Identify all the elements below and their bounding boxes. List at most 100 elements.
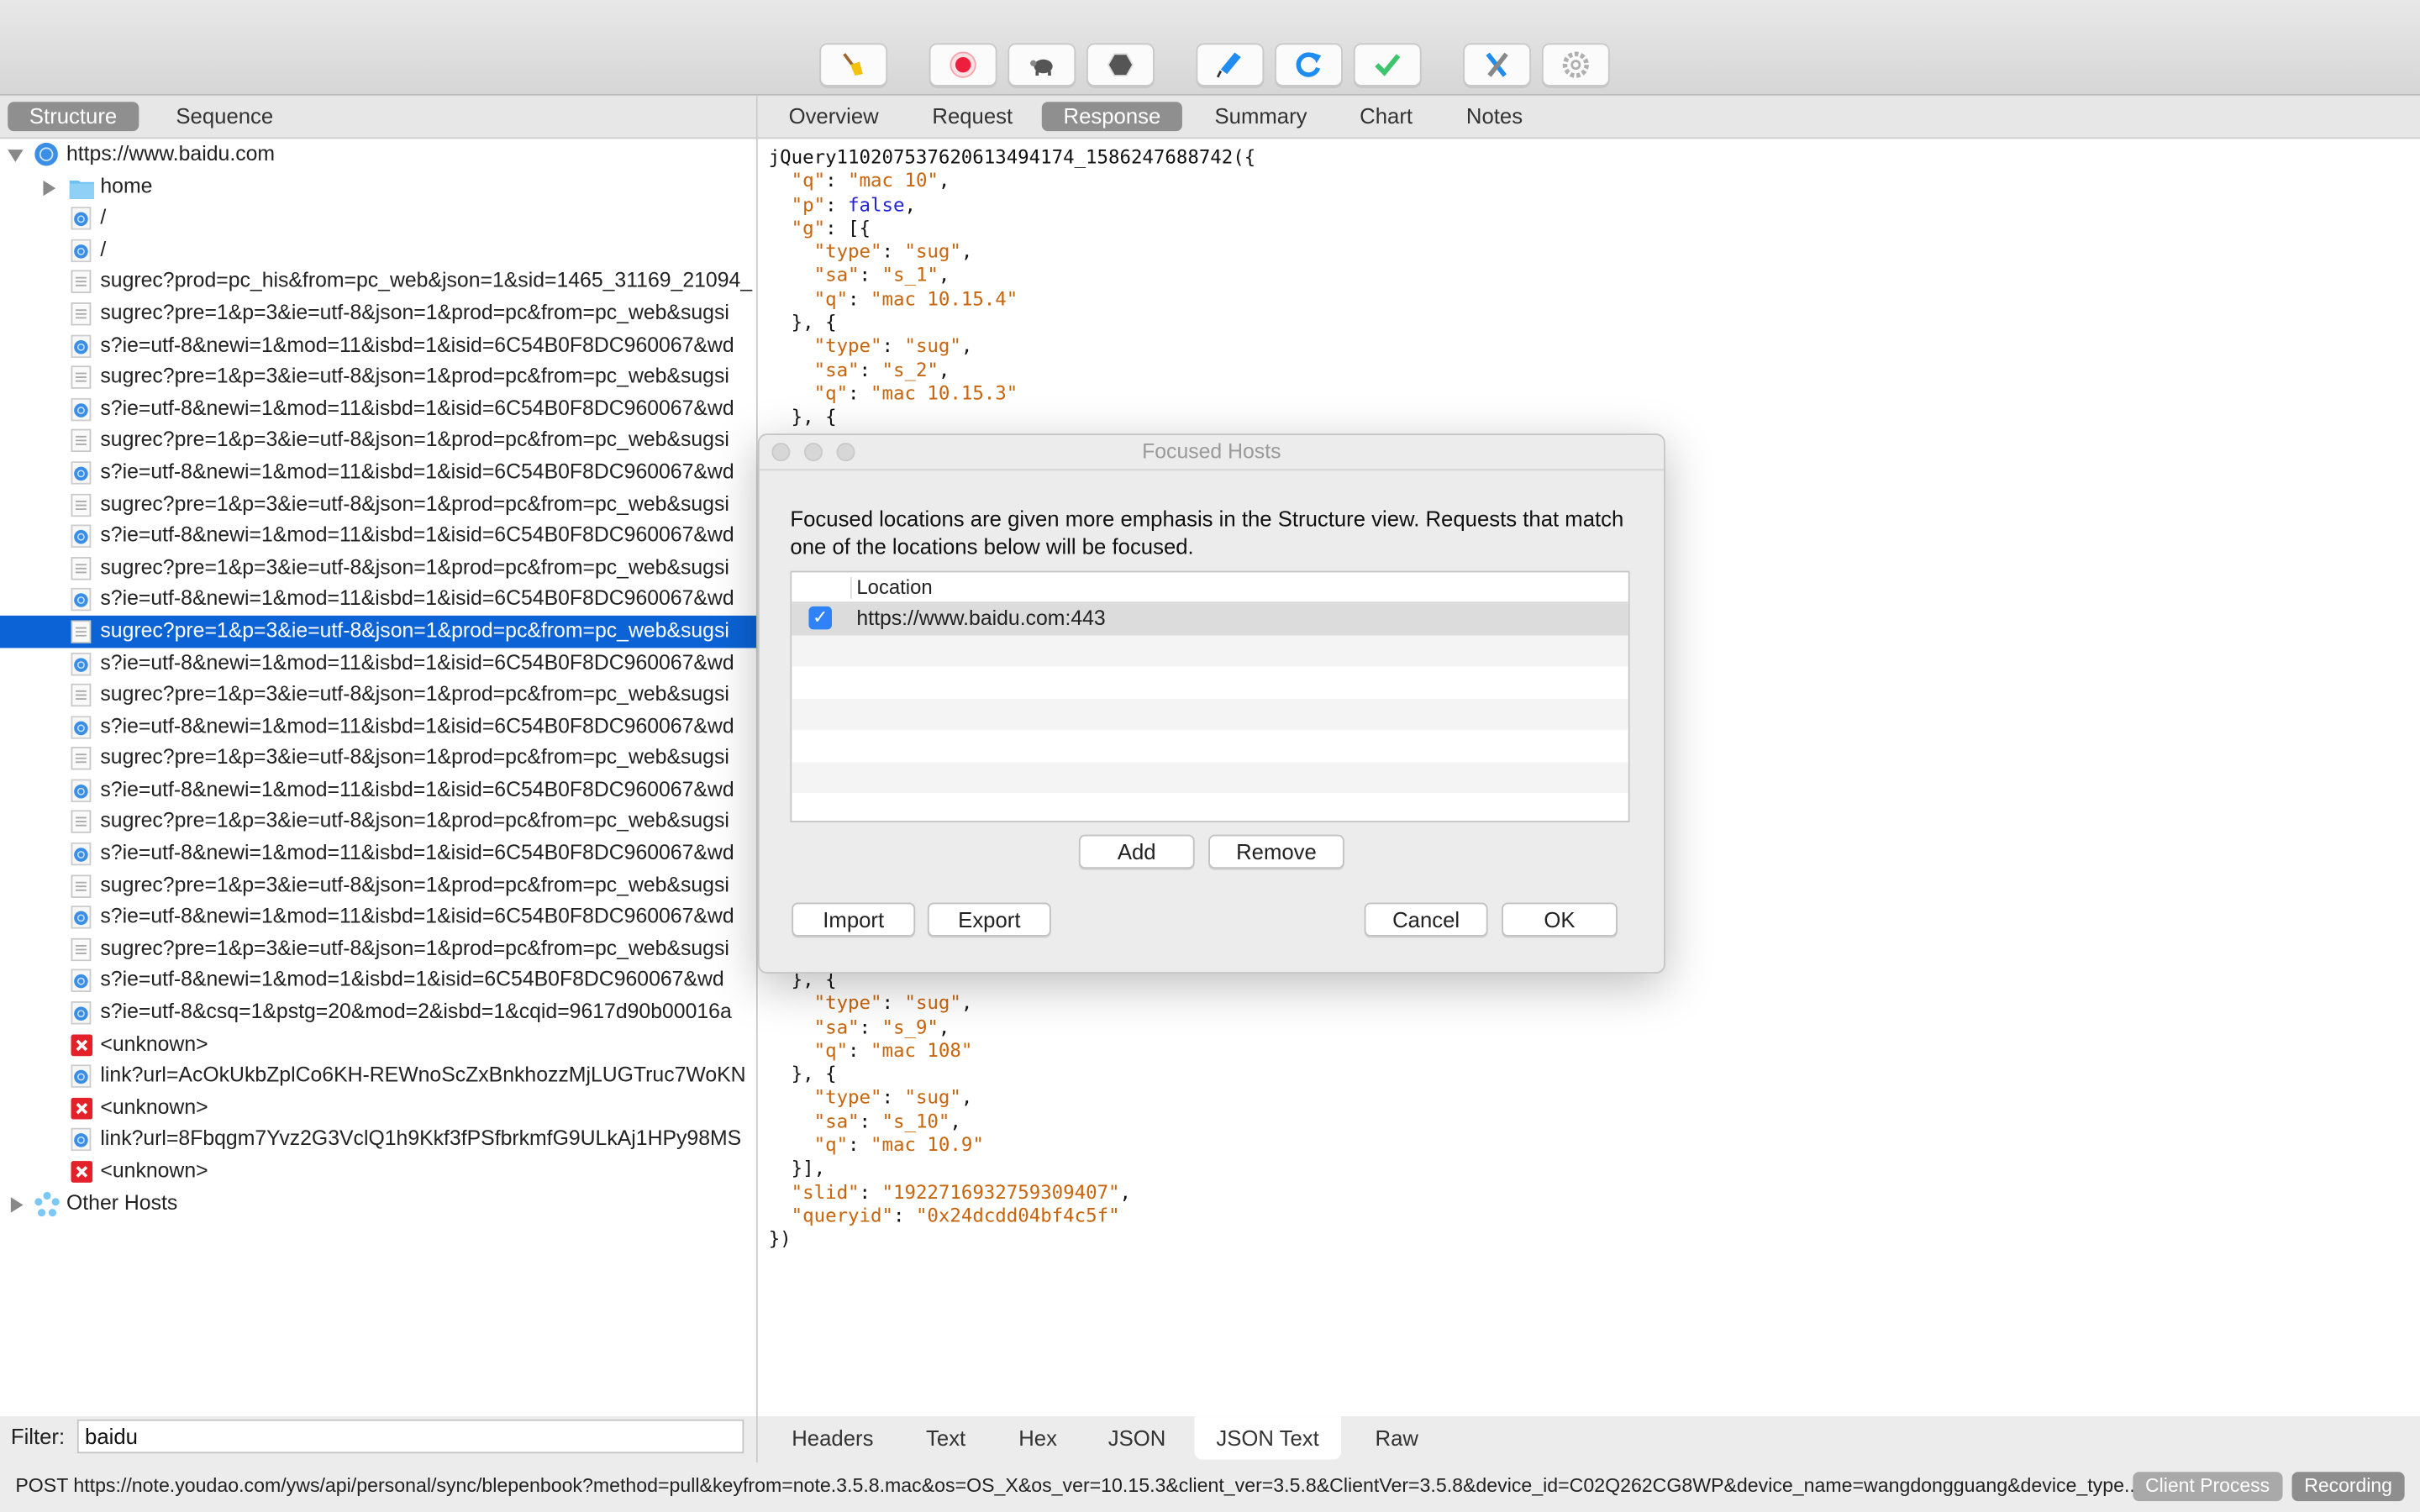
request-row[interactable]: <unknown> [0,1092,756,1124]
repeat-button[interactable] [1275,43,1343,87]
request-row[interactable]: s?ie=utf-8&newi=1&mod=11&isbd=1&isid=6C5… [0,393,756,425]
json-punctuation: : [848,288,871,310]
request-label: s?ie=utf-8&newi=1&mod=11&isbd=1&isid=6C5… [100,522,734,547]
tools-button[interactable] [1463,43,1532,87]
tab-hex[interactable]: Hex [997,1416,1079,1459]
zoom-window-button[interactable] [836,443,855,462]
request-row[interactable]: sugrec?prod=pc_his&from=pc_web&json=1&si… [0,266,756,298]
json-string: "q" [813,382,849,405]
filter-input[interactable] [76,1419,744,1454]
request-row[interactable]: <unknown> [0,1028,756,1060]
web-document-icon [71,906,92,930]
request-row[interactable]: sugrec?pre=1&p=3&ie=utf-8&json=1&prod=pc… [0,869,756,901]
request-row[interactable]: s?ie=utf-8&newi=1&mod=11&isbd=1&isid=6C5… [0,774,756,806]
request-row[interactable]: s?ie=utf-8&newi=1&mod=11&isbd=1&isid=6C5… [0,648,756,680]
ok-button[interactable]: OK [1502,902,1618,937]
add-button[interactable]: Add [1078,834,1195,869]
clear-session-button[interactable] [819,43,888,87]
remove-button[interactable]: Remove [1208,834,1344,869]
request-row[interactable]: sugrec?pre=1&p=3&ie=utf-8&json=1&prod=pc… [0,425,756,457]
tab-summary[interactable]: Summary [1193,102,1328,131]
empty-row [792,761,1628,794]
request-row[interactable]: sugrec?pre=1&p=3&ie=utf-8&json=1&prod=pc… [0,615,756,648]
tab-request[interactable]: Request [911,102,1034,131]
request-row[interactable]: <unknown> [0,1156,756,1188]
request-row[interactable]: / [0,234,756,266]
tab-structure[interactable]: Structure [8,102,139,132]
toolbar [0,0,2420,96]
client-process-button[interactable]: Client Process [2133,1472,2282,1502]
tab-json[interactable]: JSON [1086,1416,1187,1459]
tab-sequence[interactable]: Sequence [155,102,295,131]
settings-button[interactable] [1541,43,1610,87]
request-row[interactable]: s?ie=utf-8&newi=1&mod=1&isbd=1&isid=6C54… [0,965,756,997]
tab-headers[interactable]: Headers [771,1416,896,1459]
request-row[interactable]: s?ie=utf-8&newi=1&mod=11&isbd=1&isid=6C5… [0,711,756,743]
disclosure-triangle-open[interactable] [8,150,24,162]
request-row[interactable]: / [0,202,756,234]
code-line: "type": "sug", [769,1087,1131,1110]
disclosure-triangle[interactable] [43,180,56,196]
tab-notes[interactable]: Notes [1444,102,1544,131]
table-row[interactable]: ✓ https://www.baidu.com:443 [792,603,1628,635]
code-line: "sa": "s_1", [769,265,1256,288]
locations-table: Location ✓ https://www.baidu.com:443 [790,570,1630,822]
request-row[interactable]: s?ie=utf-8&newi=1&mod=11&isbd=1&isid=6C5… [0,584,756,616]
import-button[interactable]: Import [792,902,916,937]
request-label: sugrec?prod=pc_his&from=pc_web&json=1&si… [100,269,753,292]
error-icon [71,1161,93,1183]
location-enabled-checkbox[interactable]: ✓ [808,606,832,630]
validate-button[interactable] [1353,43,1422,87]
json-string: "s_1" [881,264,939,286]
json-string: "queryid" [791,1205,893,1227]
json-punctuation [769,1181,792,1203]
request-row[interactable]: s?ie=utf-8&newi=1&mod=11&isbd=1&isid=6C5… [0,901,756,933]
request-row[interactable]: sugrec?pre=1&p=3&ie=utf-8&json=1&prod=pc… [0,743,756,774]
request-row[interactable]: s?ie=utf-8&csq=1&pstg=20&mod=2&isbd=1&cq… [0,997,756,1029]
structure-tree: https://www.baidu.com home / / sugrec?prod=… [0,139,756,1416]
minimize-window-button[interactable] [803,443,823,462]
tab-response[interactable]: Response [1041,102,1183,132]
column-header-location[interactable]: Location [856,572,932,601]
other-hosts-row[interactable]: Other Hosts [0,1188,756,1220]
host-row[interactable]: https://www.baidu.com [0,139,756,171]
request-row[interactable]: s?ie=utf-8&newi=1&mod=11&isbd=1&isid=6C5… [0,329,756,361]
breakpoints-button[interactable] [1086,43,1155,87]
cancel-button[interactable]: Cancel [1364,902,1488,937]
request-row[interactable]: s?ie=utf-8&newi=1&mod=11&isbd=1&isid=6C5… [0,837,756,869]
request-row[interactable]: sugrec?pre=1&p=3&ie=utf-8&json=1&prod=pc… [0,933,756,965]
code-line: "q": "mac 10.15.4" [769,288,1256,312]
edit-button[interactable] [1196,43,1265,87]
request-row[interactable]: sugrec?pre=1&p=3&ie=utf-8&json=1&prod=pc… [0,361,756,393]
request-label: / [100,205,107,229]
folder-row[interactable]: home [0,171,756,202]
tab-chart[interactable]: Chart [1338,102,1434,131]
disclosure-triangle[interactable] [10,1196,24,1212]
tab-raw[interactable]: Raw [1354,1416,1440,1459]
tab-text[interactable]: Text [904,1416,987,1459]
json-punctuation: , [960,335,973,357]
text-document-icon [71,556,92,580]
recording-button[interactable]: Recording [2291,1472,2405,1502]
web-document-icon [71,1128,92,1152]
request-row[interactable]: sugrec?pre=1&p=3&ie=utf-8&json=1&prod=pc… [0,297,756,329]
request-label: s?ie=utf-8&newi=1&mod=11&isbd=1&isid=6C5… [100,650,734,674]
request-row[interactable]: sugrec?pre=1&p=3&ie=utf-8&json=1&prod=pc… [0,488,756,520]
throttle-button[interactable] [1007,43,1076,87]
json-punctuation: , [938,170,950,192]
request-row[interactable]: sugrec?pre=1&p=3&ie=utf-8&json=1&prod=pc… [0,679,756,711]
request-row[interactable]: sugrec?pre=1&p=3&ie=utf-8&json=1&prod=pc… [0,552,756,584]
tab-overview[interactable]: Overview [767,102,901,131]
request-row[interactable]: link?url=AcOkUkbZplCo6KH-REWnoScZxBnkhoz… [0,1060,756,1092]
checkmark-icon [1375,54,1401,76]
tab-json-text[interactable]: JSON Text [1194,1416,1341,1460]
request-row[interactable]: s?ie=utf-8&newi=1&mod=11&isbd=1&isid=6C5… [0,457,756,489]
json-string: "mac 10.15.3" [871,382,1018,405]
export-button[interactable]: Export [927,902,1051,937]
close-window-button[interactable] [771,443,791,462]
request-row[interactable]: s?ie=utf-8&newi=1&mod=11&isbd=1&isid=6C5… [0,520,756,552]
record-button[interactable] [929,43,997,87]
request-row[interactable]: sugrec?pre=1&p=3&ie=utf-8&json=1&prod=pc… [0,806,756,838]
request-row[interactable]: link?url=8Fbqgm7Yvz2G3VclQ1h9Kkf3fPSfbrk… [0,1124,756,1156]
json-punctuation: : [881,1086,905,1109]
